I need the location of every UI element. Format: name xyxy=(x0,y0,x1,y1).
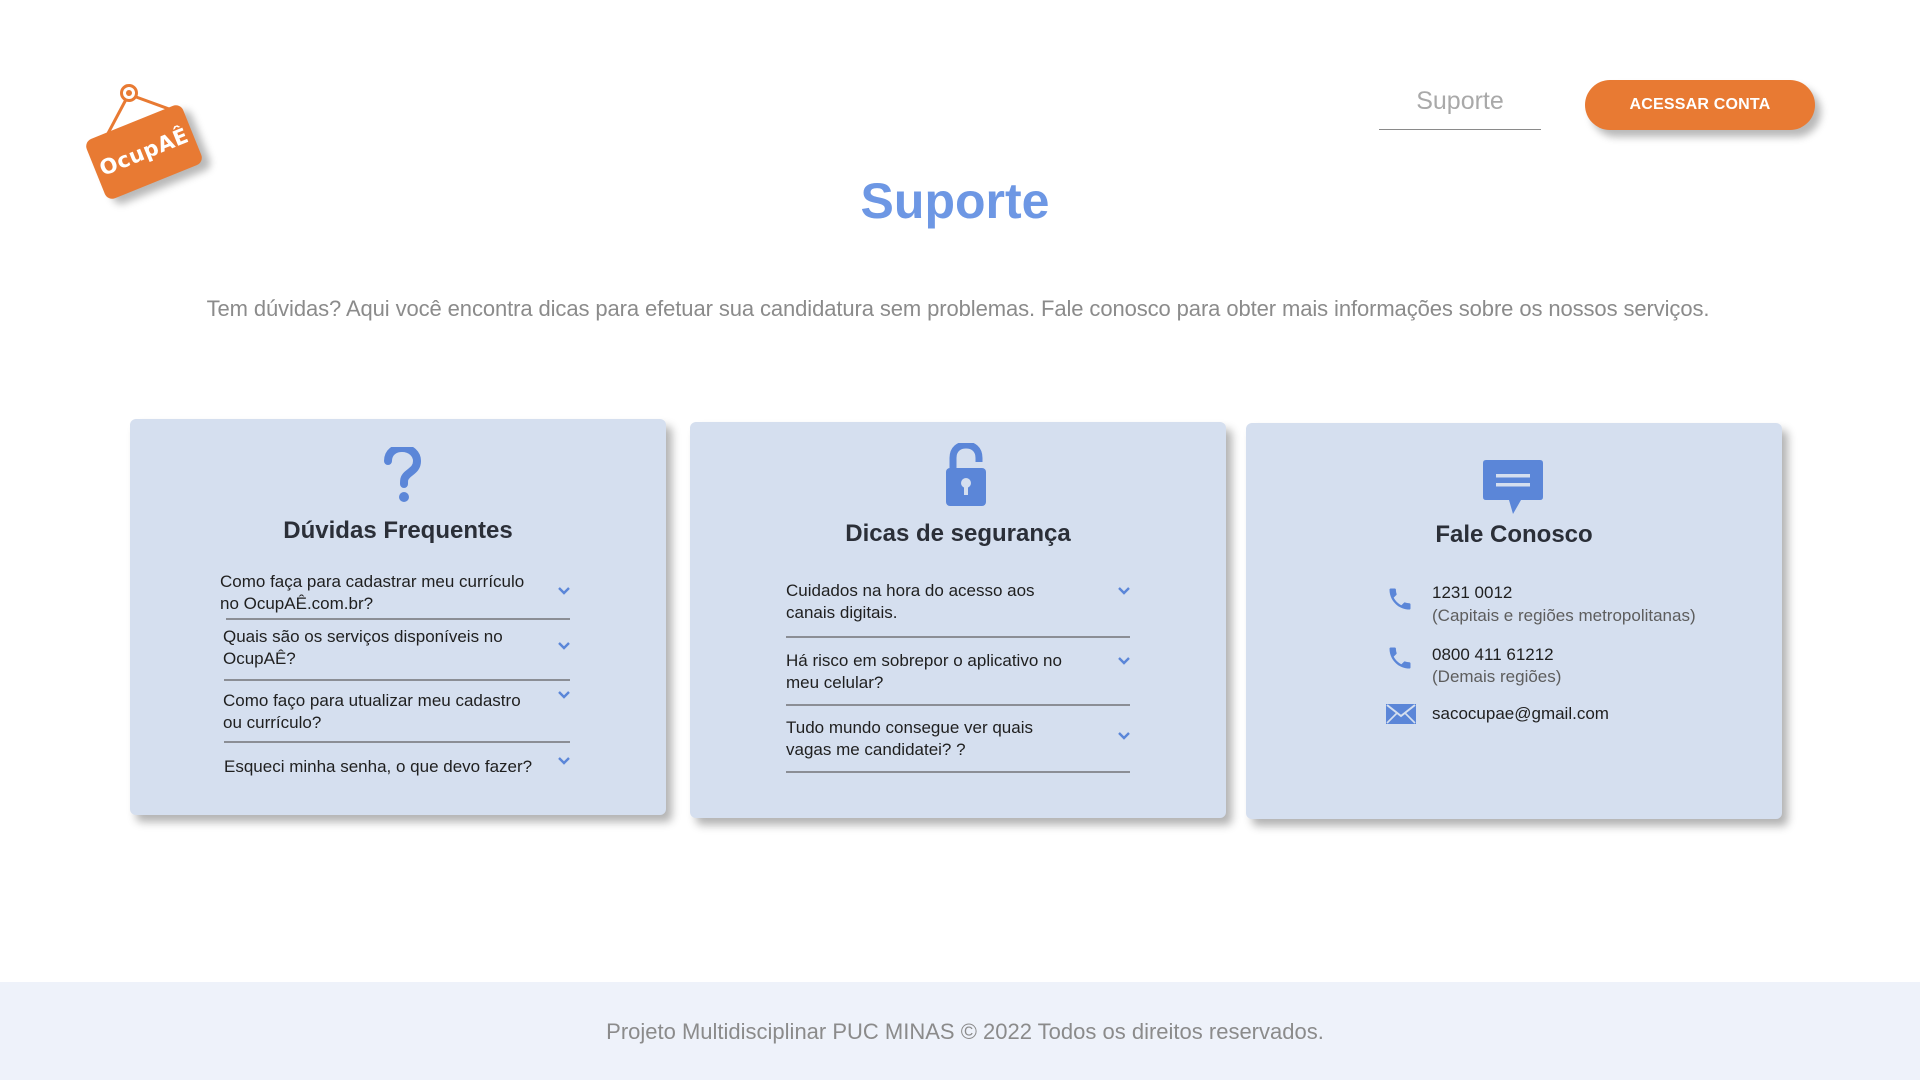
faq-item[interactable]: Quais são os serviços disponíveis no Ocu… xyxy=(223,626,575,670)
faq-question: Esqueci minha senha, o que devo fazer? xyxy=(224,757,533,776)
chevron-down-icon xyxy=(558,757,570,765)
chat-bubble-icon xyxy=(1483,460,1543,514)
faq-card-title: Dúvidas Frequentes xyxy=(283,517,513,544)
chevron-down-icon xyxy=(1118,732,1130,740)
contact-phone-number: 1231 0012 xyxy=(1432,583,1513,602)
contact-phone-note: (Capitais e regiões metropolitanas) xyxy=(1432,606,1696,625)
contact-phone-note: (Demais regiões) xyxy=(1432,667,1562,686)
contact-email[interactable]: sacocupae@gmail.com xyxy=(1386,701,1726,727)
security-card-title: Dicas de segurança xyxy=(845,520,1071,547)
chevron-down-icon xyxy=(1118,657,1130,665)
logo-hook xyxy=(120,84,138,102)
security-tip-question: Tudo mundo consegue ver quais vagas me c… xyxy=(786,718,1033,759)
security-divider xyxy=(786,771,1130,773)
faq-divider xyxy=(224,741,570,743)
security-tip-item[interactable]: Tudo mundo consegue ver quais vagas me c… xyxy=(786,717,1132,761)
contact-phone-2[interactable]: 0800 411 61212 (Demais regiões) xyxy=(1386,644,1726,694)
acessar-conta-button[interactable]: ACESSAR CONTA xyxy=(1585,80,1815,130)
security-tip-item[interactable]: Cuidados na hora do acesso aos canais di… xyxy=(786,580,1132,624)
contact-phone-number: 0800 411 61212 xyxy=(1432,645,1554,664)
security-tip-question: Há risco em sobrepor o aplicativo no meu… xyxy=(786,651,1062,692)
faq-card: Dúvidas Frequentes Como faça para cadast… xyxy=(130,419,666,815)
security-tip-item[interactable]: Há risco em sobrepor o aplicativo no meu… xyxy=(786,650,1132,694)
contact-card-title: Fale Conosco xyxy=(1435,521,1593,548)
faq-question: Como faça para cadastrar meu currículo n… xyxy=(220,572,525,613)
page-title: Suporte xyxy=(860,173,1050,229)
security-divider xyxy=(786,636,1130,638)
faq-question: Quais são os serviços disponíveis no Ocu… xyxy=(223,627,503,668)
faq-item[interactable]: Como faço para utualizar meu cadastro ou… xyxy=(223,690,575,734)
faq-divider xyxy=(224,679,570,681)
contact-card: Fale Conosco 1231 0012 (Capitais e regiõ… xyxy=(1246,423,1782,819)
faq-question: Como faço para utualizar meu cadastro ou… xyxy=(223,691,521,732)
security-tip-question: Cuidados na hora do acesso aos canais di… xyxy=(786,581,1035,622)
phone-icon xyxy=(1389,647,1411,669)
envelope-icon xyxy=(1386,704,1416,724)
chevron-down-icon xyxy=(558,642,570,650)
chevron-down-icon xyxy=(558,587,570,595)
question-mark-icon xyxy=(384,447,422,502)
unlocked-padlock-icon xyxy=(946,443,986,506)
security-card: Dicas de segurança Cuidados na hora do a… xyxy=(690,422,1226,818)
phone-icon xyxy=(1389,588,1411,610)
page-subtitle: Tem dúvidas? Aqui você encontra dicas pa… xyxy=(206,296,1710,321)
contact-phone-1[interactable]: 1231 0012 (Capitais e regiões metropolit… xyxy=(1386,582,1726,632)
chevron-down-icon xyxy=(558,691,570,699)
faq-item[interactable]: Esqueci minha senha, o que devo fazer? xyxy=(224,756,576,780)
footer: Projeto Multidisciplinar PUC MINAS © 202… xyxy=(0,982,1920,1080)
chevron-down-icon xyxy=(1118,587,1130,595)
footer-copyright: Projeto Multidisciplinar PUC MINAS © 202… xyxy=(606,1019,1324,1044)
nav-link-suporte[interactable]: Suporte xyxy=(1379,82,1541,130)
faq-divider xyxy=(226,618,570,620)
faq-item[interactable]: Como faça para cadastrar meu currículo n… xyxy=(220,571,574,615)
contact-email-address: sacocupae@gmail.com xyxy=(1432,704,1609,723)
security-divider xyxy=(786,704,1130,706)
